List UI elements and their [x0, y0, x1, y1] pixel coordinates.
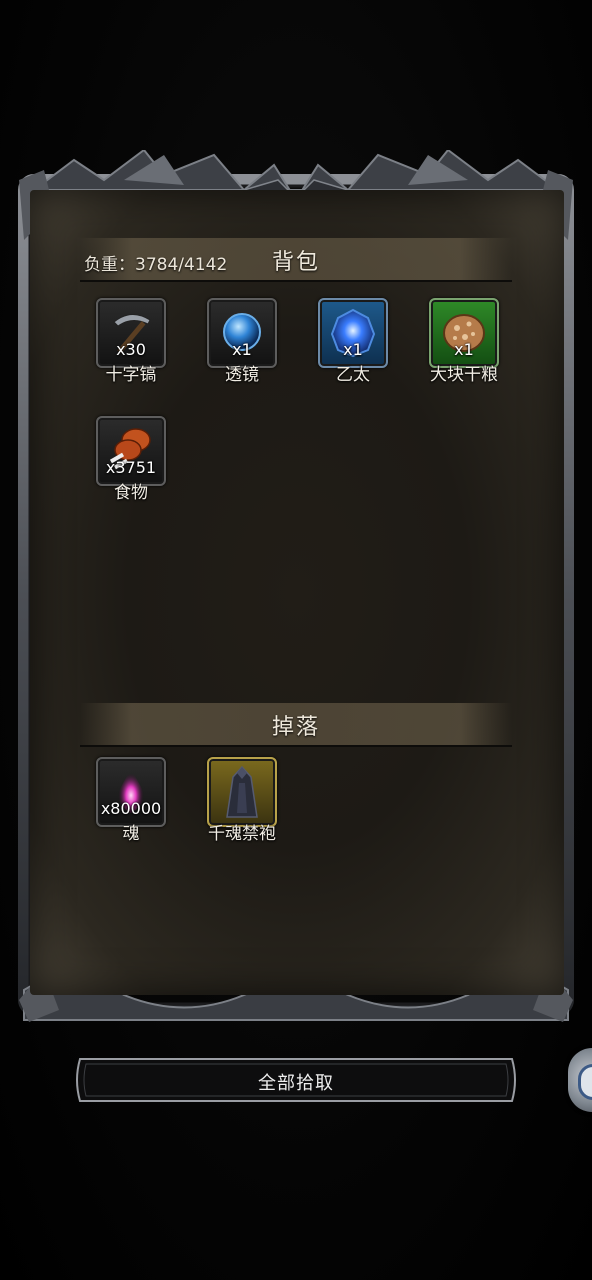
item-name: 魂: [122, 824, 140, 844]
item-quantity: x1: [454, 340, 474, 359]
item-name: 十字镐: [105, 365, 157, 385]
item-name: 乙太: [336, 365, 370, 385]
weight-readout: 负重：3784/4142: [84, 255, 228, 275]
item-quantity: x30: [116, 340, 146, 359]
bag-item-food[interactable]: x3751 食物: [96, 416, 166, 506]
item-name: 食物: [114, 483, 148, 503]
item-name: 透镜: [225, 365, 259, 385]
drop-item-robe[interactable]: 千魂禁袍: [207, 757, 277, 847]
pickup-all-button[interactable]: 全部拾取: [72, 1055, 520, 1105]
assist-icon: [578, 1064, 592, 1100]
item-quantity: x1: [232, 340, 252, 359]
item-name: 大块干粮: [430, 365, 498, 385]
item-quantity: x3751: [105, 458, 157, 477]
bag-item-ether[interactable]: x1 乙太: [318, 298, 388, 388]
item-quantity: x1: [343, 340, 363, 359]
item-slot: [207, 757, 277, 827]
bag-item-pickaxe[interactable]: x30 十字镐: [96, 298, 166, 388]
dark-robe-icon: [226, 765, 258, 818]
item-quantity: x80000: [100, 799, 162, 818]
drop-title: 掉落: [271, 715, 320, 740]
pickup-all-label: 全部拾取: [258, 1073, 334, 1094]
item-name: 千魂禁袍: [208, 824, 276, 844]
drop-item-soul[interactable]: x80000 魂: [96, 757, 166, 847]
bag-item-dry-ration[interactable]: x1 大块干粮: [429, 298, 499, 388]
drop-header: 掉落: [80, 703, 512, 747]
bag-item-lens[interactable]: x1 透镜: [207, 298, 277, 388]
